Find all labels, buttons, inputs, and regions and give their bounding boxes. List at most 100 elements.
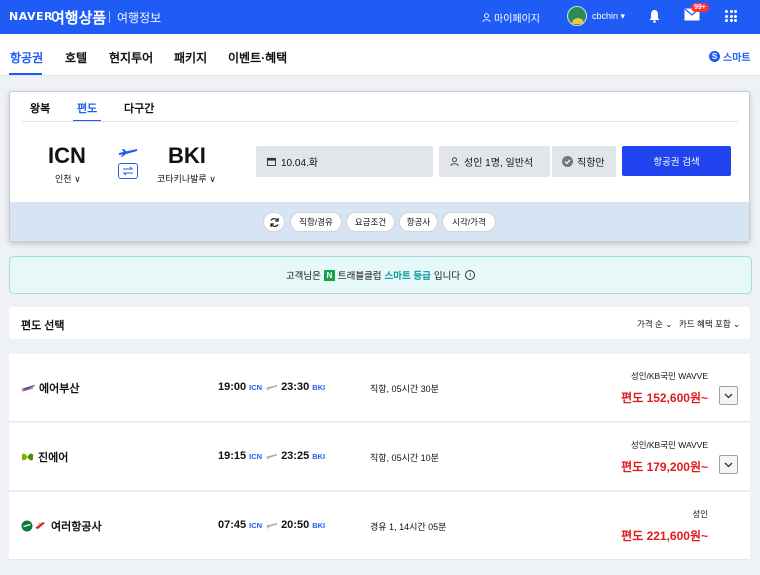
banner-grade[interactable]: 스마트 등급 <box>385 268 431 282</box>
flight-result-row[interactable]: 여러항공사 07:45 ICN 20:50 BKI 경유 1, 14시간 05분… <box>9 492 750 560</box>
arrival-airport: BKI <box>312 451 326 461</box>
expand-button[interactable] <box>719 455 738 474</box>
trip-type-multicity[interactable]: 다구간 <box>124 100 154 116</box>
filter-fare-conditions[interactable]: 요금조건 <box>346 212 395 232</box>
username-menu[interactable]: cbchin ▾ <box>592 11 625 22</box>
person-icon <box>450 157 459 166</box>
airline: 여러항공사 <box>21 518 102 534</box>
tab-packages[interactable]: 패키지 <box>174 49 207 66</box>
tab-events[interactable]: 이벤트·혜택 <box>228 49 287 66</box>
smart-label: 스마트 <box>723 53 751 64</box>
fare-type: 성인 <box>692 509 708 519</box>
divider <box>109 11 110 23</box>
departure-airport: ICN <box>249 451 263 461</box>
card-benefit-select[interactable]: 카드 혜택 포함 ⌄ <box>679 318 740 330</box>
fare-type: 성인/KB국민 WAVVE <box>630 440 708 450</box>
flight-result-row[interactable]: 에어부산 19:00 ICN 23:30 BKI 직항, 05시간 30분 성인… <box>9 354 750 422</box>
search-card: 왕복 편도 다구간 ICN 인천 ∨ BKI 코타키나발루 ∨ 10.04.화 … <box>9 91 750 242</box>
banner-suffix: 입니다 <box>433 271 461 282</box>
direct-only-toggle[interactable]: 직항만 <box>552 146 616 177</box>
airplane-icon <box>265 523 278 529</box>
mail-badge: 99+ <box>691 3 709 12</box>
date-value: 10.04.화 <box>281 158 319 169</box>
origin-code[interactable]: ICN <box>48 143 86 169</box>
arrival-airport: BKI <box>312 382 326 392</box>
arrival-airport: BKI <box>312 520 326 530</box>
banner-prefix: 고객님은 <box>285 271 321 282</box>
mypage-link[interactable]: 마이페이지 <box>482 10 540 25</box>
origin-city: 인천 <box>55 174 72 184</box>
results-header: 편도 선택 가격 순 ⌄ 카드 혜택 포함 ⌄ <box>9 307 750 339</box>
airline-name: 에어부산 <box>39 383 80 395</box>
sub-brand-link[interactable]: 여행정보 <box>117 9 161 26</box>
card-benefit-value: 카드 혜택 포함 <box>679 319 731 329</box>
filter-time-price[interactable]: 시각/가격 <box>442 212 496 232</box>
brand-title[interactable]: 여행상품 <box>51 7 106 28</box>
airline-name: 진에어 <box>38 452 69 464</box>
destination-code[interactable]: BKI <box>168 143 206 169</box>
calendar-icon <box>267 157 276 166</box>
direct-only-label: 직항만 <box>577 158 605 169</box>
person-icon <box>482 13 491 22</box>
air-busan-logo-icon <box>21 385 35 392</box>
airline-name: 여러항공사 <box>51 521 102 533</box>
arrival-time: 20:50 <box>281 519 310 531</box>
bell-icon[interactable] <box>648 9 661 28</box>
trip-type-roundtrip[interactable]: 왕복 <box>30 100 50 116</box>
refresh-button[interactable] <box>263 212 285 232</box>
passenger-field[interactable]: 성인 1명, 일반석 <box>439 146 550 177</box>
arrival-time: 23:30 <box>281 381 310 393</box>
smart-link[interactable]: S 스마트 <box>709 49 751 64</box>
refresh-icon <box>269 217 279 227</box>
departure-airport: ICN <box>249 382 263 392</box>
naver-logo[interactable]: NAVER <box>9 10 53 23</box>
arrival-time: 23:25 <box>281 450 310 462</box>
flight-duration: 직항, 05시간 30분 <box>370 384 439 394</box>
trip-type-oneway[interactable]: 편도 <box>77 100 97 116</box>
membership-banner: 고객님은 N 트래블클럽 스마트 등급 입니다 i <box>9 256 752 294</box>
banner-club: 트래블클럽 <box>337 271 382 282</box>
tab-hotels[interactable]: 호텔 <box>65 49 87 66</box>
avatar[interactable] <box>567 6 587 26</box>
price: 편도 179,200원~ <box>621 460 708 474</box>
fare-type: 성인/KB국민 WAVVE <box>630 371 708 381</box>
filter-bar: 직항/경유 요금조건 항공사 시각/가격 <box>10 202 749 241</box>
tab-flights[interactable]: 항공권 <box>10 49 43 66</box>
flight-times: 07:45 ICN 20:50 BKI <box>218 519 325 531</box>
departure-airport: ICN <box>249 520 263 530</box>
jin-air-logo-icon <box>21 453 34 461</box>
expand-button[interactable] <box>719 386 738 405</box>
departure-time: 07:45 <box>218 519 247 531</box>
sort-value: 가격 순 <box>637 319 663 329</box>
main-nav: 항공권 호텔 현지투어 패키지 이벤트·혜택 S 스마트 <box>0 34 760 76</box>
flight-duration: 경유 1, 14시간 05분 <box>370 522 447 532</box>
airplane-icon <box>265 454 278 460</box>
username: cbchin <box>592 11 619 21</box>
multiple-airlines-logo-icon <box>21 520 45 532</box>
date-field[interactable]: 10.04.화 <box>256 146 433 177</box>
airline: 진에어 <box>21 449 68 465</box>
results-title: 편도 선택 <box>21 320 65 332</box>
destination-city: 코타키나발루 <box>157 174 207 184</box>
sort-select[interactable]: 가격 순 ⌄ <box>637 318 672 330</box>
price: 편도 152,600원~ <box>621 391 708 405</box>
smart-s-icon: S <box>709 51 720 62</box>
swap-airports-button[interactable] <box>118 163 138 179</box>
divider <box>22 121 738 122</box>
tab-local-tours[interactable]: 현지투어 <box>109 49 153 66</box>
origin-city-select[interactable]: 인천 ∨ <box>55 172 81 185</box>
search-flights-button[interactable]: 항공권 검색 <box>622 146 731 176</box>
chevron-down-icon <box>724 462 733 467</box>
destination-city-select[interactable]: 코타키나발루 ∨ <box>157 172 216 185</box>
mypage-label: 마이페이지 <box>494 14 540 25</box>
flight-times: 19:00 ICN 23:30 BKI <box>218 381 325 393</box>
apps-grid-icon[interactable] <box>725 10 737 22</box>
passenger-value: 성인 1명, 일반석 <box>464 158 534 169</box>
info-icon[interactable]: i <box>465 270 476 280</box>
flight-result-row[interactable]: 진에어 19:15 ICN 23:25 BKI 직항, 05시간 10분 성인/… <box>9 423 750 491</box>
swap-icon <box>122 166 134 176</box>
filter-direct-transfer[interactable]: 직항/경유 <box>290 212 342 232</box>
check-circle-icon <box>562 156 573 167</box>
filter-airline[interactable]: 항공사 <box>399 212 438 232</box>
airline: 에어부산 <box>21 380 79 396</box>
